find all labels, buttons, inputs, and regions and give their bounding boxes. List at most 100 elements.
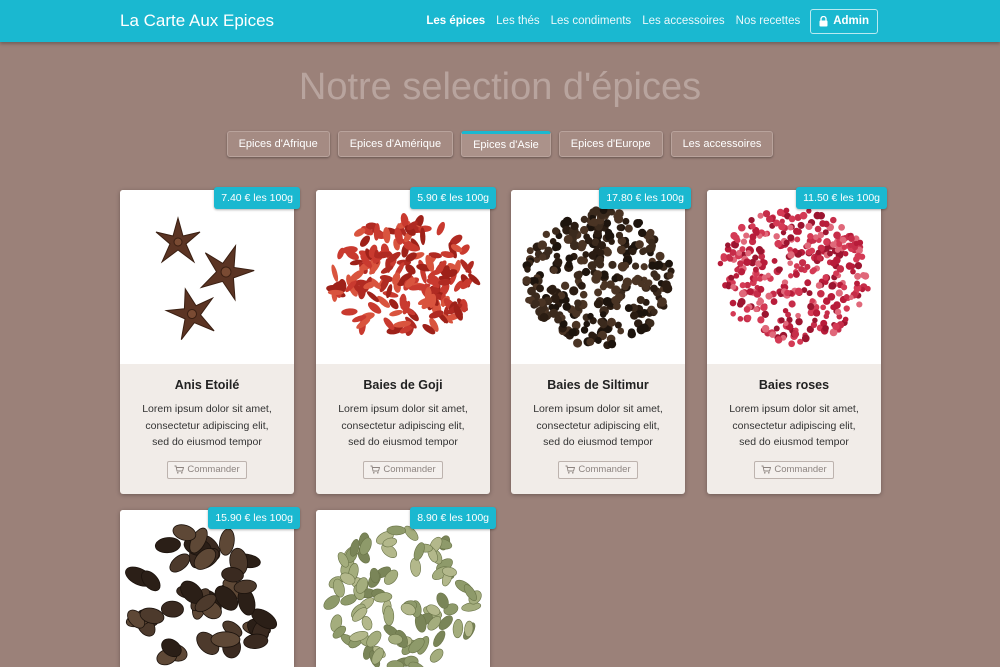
spice-grain	[591, 274, 601, 284]
desc-line: consectetur adipiscing elit,	[536, 419, 660, 432]
spice-grain	[627, 328, 636, 336]
spice-grain	[743, 232, 750, 239]
desc-line: sed do eiusmod tempor	[152, 436, 262, 448]
spice-grain	[560, 281, 570, 291]
spice-grain	[817, 289, 825, 298]
product-image-siltimur	[511, 190, 685, 364]
spice-grain	[787, 251, 795, 259]
spice-grain	[617, 327, 625, 335]
tab-asie[interactable]: Epices d'Asie	[461, 131, 551, 157]
order-button[interactable]: Commander	[558, 460, 638, 479]
spice-grain	[761, 324, 770, 333]
admin-button[interactable]: Admin	[810, 8, 878, 34]
price-badge: 8.90 € les 100g	[410, 507, 496, 529]
spice-grain	[746, 288, 754, 296]
spice-grain	[842, 316, 849, 323]
spice-grain	[773, 233, 780, 240]
spice-grain	[562, 302, 571, 311]
spice-grain	[622, 277, 633, 287]
spice-grain	[753, 306, 759, 313]
tab-amerique[interactable]: Epices d'Amérique	[337, 131, 454, 157]
nav-link-epices[interactable]: Les épices	[426, 15, 485, 27]
spice-grain	[743, 306, 751, 313]
spice-grain	[850, 268, 856, 275]
spice-grain	[760, 258, 766, 264]
spice-grain	[243, 633, 269, 650]
spice-grain	[574, 299, 582, 307]
spice-grain	[733, 272, 740, 279]
spice-grain	[579, 290, 588, 299]
spice-grain	[823, 313, 830, 320]
spice-grain	[576, 256, 586, 265]
spice-grain	[737, 316, 744, 322]
spice-grain	[766, 215, 774, 223]
spice-grain	[797, 221, 805, 229]
product-card-anis: 7.40 € les 100g Anis Etoilé Lorem ipsum …	[120, 187, 300, 494]
spice-grain	[822, 220, 830, 228]
spice-grain	[807, 303, 815, 311]
spice-grain	[807, 232, 814, 240]
spice-grain	[833, 231, 841, 240]
brand-logo[interactable]: La Carte Aux Epices	[120, 11, 274, 31]
product-name: Baies roses	[758, 378, 830, 392]
spice-grain	[596, 249, 605, 257]
product-image-anis	[120, 190, 294, 364]
order-button[interactable]: Commander	[754, 460, 834, 479]
spice-grain	[424, 286, 432, 304]
spice-grain	[624, 304, 633, 312]
spice-grain	[822, 324, 829, 332]
spice-grain	[865, 285, 871, 292]
desc-line: sed do eiusmod tempor	[348, 436, 458, 448]
spice-grain	[770, 298, 778, 305]
spice-grain	[650, 284, 658, 293]
nav-link-recettes[interactable]: Nos recettes	[736, 15, 801, 27]
spice-grain	[527, 286, 536, 296]
spice-grain	[736, 301, 744, 308]
spice-grain	[804, 263, 811, 270]
spice-grain	[749, 233, 757, 241]
spice-grain	[551, 227, 560, 235]
spice-grain	[834, 308, 842, 316]
desc-line: sed do eiusmod tempor	[543, 436, 653, 448]
spice-grain	[547, 285, 557, 295]
spice-grain	[778, 222, 786, 231]
nav-link-thes[interactable]: Les thés	[496, 15, 539, 27]
spice-grain	[804, 279, 812, 287]
spice-grain	[622, 261, 630, 270]
spice-grain	[784, 289, 791, 297]
nav-link-accessoires[interactable]: Les accessoires	[642, 15, 724, 27]
spice-grain	[631, 276, 641, 286]
spice-grain	[580, 215, 589, 224]
spice-grain	[635, 240, 644, 249]
cart-icon	[370, 465, 381, 474]
price-badge: 11.50 € les 100g	[796, 187, 887, 209]
desc-line: sed do eiusmod tempor	[739, 436, 849, 448]
spice-grain	[563, 234, 573, 244]
order-button[interactable]: Commander	[167, 460, 247, 479]
spice-grain	[804, 242, 812, 249]
spice-grain	[812, 234, 819, 240]
spice-grain	[725, 242, 731, 248]
spice-grain	[787, 224, 794, 231]
spice-grain	[549, 308, 559, 318]
spice-grain	[857, 239, 864, 246]
spice-grain	[603, 219, 612, 228]
spice-grain	[657, 297, 667, 307]
spice-grain	[582, 251, 590, 258]
spice-grain	[811, 267, 818, 273]
spice-grain	[524, 266, 531, 273]
spice-grain	[586, 337, 595, 346]
spice-grain	[624, 224, 633, 233]
spice-grain	[814, 225, 822, 233]
spice-grain	[573, 338, 583, 348]
tab-accessoires[interactable]: Les accessoires	[670, 131, 774, 157]
tab-afrique[interactable]: Epices d'Afrique	[226, 131, 330, 157]
order-label: Commander	[578, 464, 631, 475]
order-label: Commander	[383, 464, 436, 475]
spice-grain	[745, 250, 752, 257]
desc-line: Lorem ipsum dolor sit amet,	[533, 403, 663, 415]
order-button[interactable]: Commander	[363, 460, 443, 479]
nav-link-condiments[interactable]: Les condiments	[551, 15, 632, 27]
tab-europe[interactable]: Epices d'Europe	[558, 131, 663, 157]
spice-grain	[792, 270, 800, 278]
